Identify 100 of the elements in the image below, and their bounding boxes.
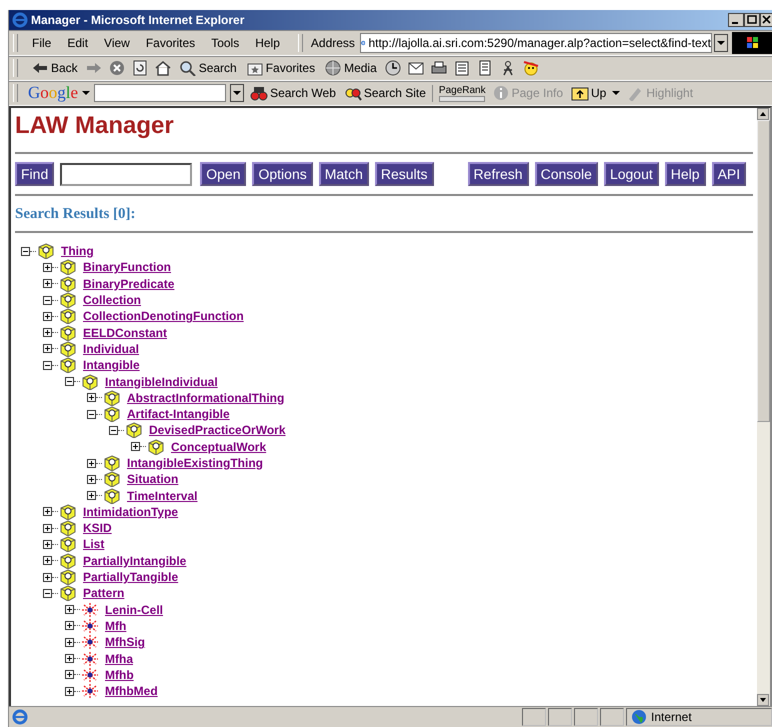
- expand-icon[interactable]: [43, 344, 52, 354]
- page-button[interactable]: Console: [534, 162, 598, 186]
- find-field[interactable]: [60, 162, 192, 186]
- clock-icon[interactable]: [384, 60, 402, 76]
- scrollbar[interactable]: [757, 108, 770, 706]
- expand-icon[interactable]: [87, 458, 96, 468]
- caret-icon[interactable]: [612, 89, 620, 97]
- search-button[interactable]: Search: [176, 60, 239, 76]
- tree-link[interactable]: Mfhb: [105, 668, 138, 682]
- expand-icon[interactable]: [65, 638, 74, 647]
- up-button[interactable]: Up: [569, 85, 608, 101]
- menu-item[interactable]: File: [24, 36, 60, 50]
- refresh-icon[interactable]: [130, 60, 149, 76]
- page-button[interactable]: Options: [252, 162, 313, 186]
- search-site-button[interactable]: Search Site: [342, 85, 428, 101]
- maximize-icon[interactable]: [744, 13, 760, 27]
- tree-link[interactable]: Mfha: [105, 652, 137, 666]
- tree-link[interactable]: Collection: [83, 293, 146, 308]
- menu-item[interactable]: Help: [247, 36, 288, 50]
- tree-link[interactable]: List: [83, 537, 108, 552]
- page-button[interactable]: Open: [200, 162, 246, 186]
- collapse-icon[interactable]: [87, 410, 96, 419]
- document-icon[interactable]: [452, 60, 471, 76]
- menu-item[interactable]: Tools: [203, 36, 248, 50]
- menu-item[interactable]: Edit: [59, 36, 96, 50]
- tree-link[interactable]: AbstractInformationalThing: [127, 390, 288, 405]
- back-button[interactable]: Back: [29, 60, 80, 76]
- expand-icon[interactable]: [43, 328, 52, 338]
- tree-link[interactable]: Mfh: [105, 618, 130, 633]
- tree-link[interactable]: Thing: [61, 244, 98, 258]
- collapse-icon[interactable]: [43, 588, 52, 598]
- minimize-icon[interactable]: [728, 13, 744, 27]
- expand-icon[interactable]: [43, 572, 52, 582]
- expand-icon[interactable]: [43, 312, 52, 321]
- tree-link[interactable]: PartiallyIntangible: [83, 554, 190, 568]
- expand-icon[interactable]: [87, 491, 96, 500]
- page-button[interactable]: Find: [15, 162, 54, 186]
- scroll-thumb[interactable]: [757, 120, 770, 422]
- expand-icon[interactable]: [65, 670, 74, 680]
- tree-link[interactable]: MfhbMed: [105, 684, 162, 698]
- page-button[interactable]: API: [712, 162, 746, 186]
- search-field[interactable]: [94, 84, 226, 102]
- expand-icon[interactable]: [43, 556, 52, 566]
- mail-icon[interactable]: [406, 60, 425, 76]
- expand-icon[interactable]: [43, 540, 52, 549]
- dropdown-icon[interactable]: [714, 34, 728, 52]
- scroll-down-icon[interactable]: [757, 694, 769, 706]
- expand-icon[interactable]: [65, 621, 74, 630]
- tree-link[interactable]: CollectionDenotingFunction: [83, 309, 248, 324]
- expand-icon[interactable]: [65, 654, 74, 664]
- tree-link[interactable]: IntimidationType: [83, 504, 182, 519]
- printer-icon[interactable]: [430, 60, 448, 76]
- expand-icon[interactable]: [65, 605, 74, 614]
- expand-icon[interactable]: [131, 442, 140, 452]
- address-field[interactable]: http://lajolla.ai.sri.com:5290/manager.alp?action=select&find-text: [360, 32, 712, 52]
- expand-icon[interactable]: [43, 524, 52, 533]
- expand-icon[interactable]: [43, 507, 52, 516]
- page-button[interactable]: Match: [318, 162, 369, 186]
- tree-link[interactable]: TimeInterval: [127, 488, 202, 503]
- collapse-icon[interactable]: [109, 426, 118, 435]
- page-button[interactable]: Refresh: [468, 162, 529, 186]
- tree-link[interactable]: KSID: [83, 521, 116, 536]
- tree-link[interactable]: Artifact-Intangible: [127, 407, 234, 422]
- tree-link[interactable]: BinaryFunction: [83, 260, 176, 274]
- collapse-icon[interactable]: [43, 296, 52, 305]
- tree-link[interactable]: Intangible: [83, 358, 144, 372]
- collapse-icon[interactable]: [43, 360, 52, 370]
- expand-icon[interactable]: [65, 686, 74, 696]
- page-button[interactable]: Results: [374, 162, 434, 186]
- favorites-button[interactable]: Favorites: [244, 60, 318, 76]
- expand-icon[interactable]: [43, 279, 52, 288]
- page-button[interactable]: Help: [664, 162, 706, 186]
- collapse-icon[interactable]: [21, 246, 30, 256]
- expand-icon[interactable]: [43, 262, 52, 272]
- scroll-up-icon[interactable]: [757, 108, 769, 120]
- caret-icon[interactable]: [82, 89, 90, 97]
- google-logo[interactable]: Google: [28, 83, 78, 103]
- tree-link[interactable]: MfhSig: [105, 635, 149, 650]
- tree-link[interactable]: IntangibleExistingThing: [127, 456, 267, 470]
- menu-item[interactable]: Favorites: [138, 36, 204, 50]
- tree-link[interactable]: Situation: [127, 472, 182, 486]
- dropdown-icon[interactable]: [230, 84, 244, 102]
- media-button[interactable]: Media: [322, 60, 379, 76]
- tree-link[interactable]: Lenin-Cell: [105, 602, 168, 617]
- collapse-icon[interactable]: [65, 377, 74, 386]
- home-icon[interactable]: [154, 60, 172, 76]
- tree-link[interactable]: Individual: [83, 342, 144, 356]
- menu-item[interactable]: View: [96, 36, 138, 50]
- tree-link[interactable]: EELDConstant: [83, 326, 171, 340]
- tree-link[interactable]: Pattern: [83, 586, 128, 600]
- close-icon[interactable]: [760, 13, 772, 27]
- expand-icon[interactable]: [87, 474, 96, 484]
- tree-link[interactable]: IntangibleIndividual: [105, 374, 222, 389]
- tree-link[interactable]: ConceptualWork: [171, 440, 270, 454]
- tree-link[interactable]: BinaryPredicate: [83, 276, 178, 291]
- search-web-button[interactable]: Search Web: [248, 85, 338, 101]
- smiley-icon[interactable]: [522, 60, 540, 76]
- page-button[interactable]: Logout: [604, 162, 659, 186]
- tree-link[interactable]: DevisedPracticeOrWork: [149, 423, 290, 438]
- tree-link[interactable]: PartiallyTangible: [83, 570, 182, 584]
